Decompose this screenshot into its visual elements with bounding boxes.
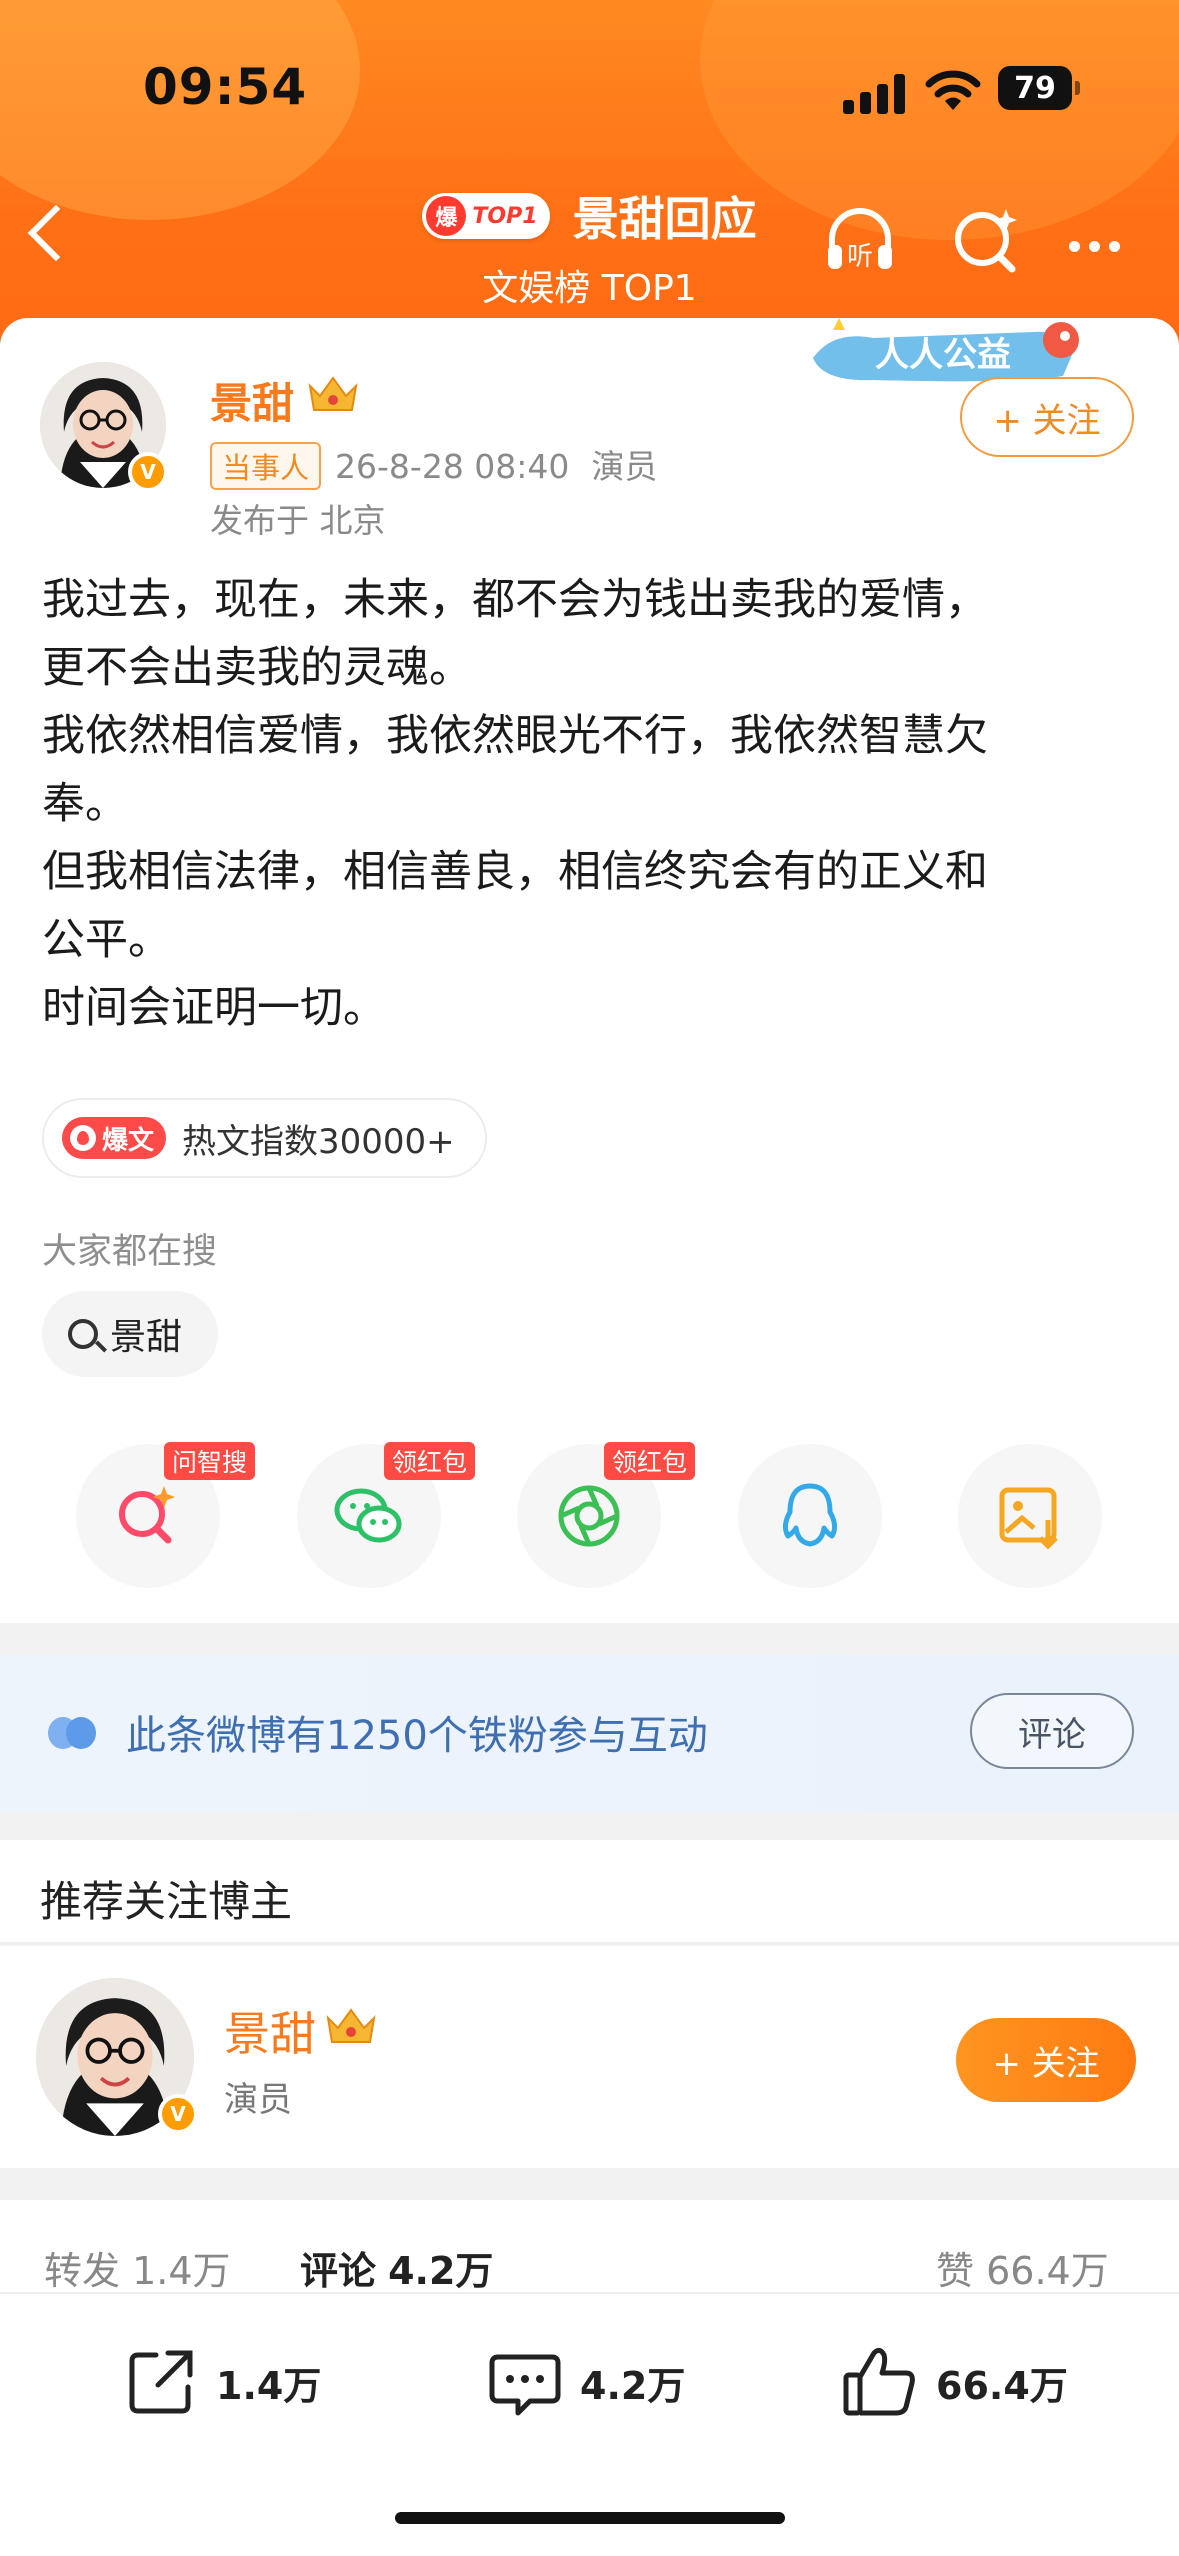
- fans-text: 此条微博有1250个铁粉参与互动: [126, 1713, 708, 1759]
- share-save-image-button[interactable]: [958, 1444, 1102, 1588]
- listen-icon-label: 听: [847, 242, 873, 272]
- listen-icon[interactable]: 听: [822, 203, 898, 279]
- stat-like-value: 66.4万: [986, 2249, 1109, 2293]
- post-body-line: 时间会证明一切。: [42, 983, 386, 1033]
- post-body: 我过去，现在，未来，都不会为钱出卖我的爱情， 更不会出卖我的灵魂。 我依然相信爱…: [42, 566, 1142, 1042]
- crown-icon: [326, 2008, 376, 2043]
- top1-badge: 爆 TOP1: [422, 193, 550, 239]
- stat-comment-value: 4.2万: [388, 2249, 494, 2293]
- comment-icon: [489, 2354, 561, 2416]
- verified-badge-icon: V: [128, 452, 168, 492]
- stats-row: 转发 1.4万 评论 4.2万 赞 66.4万: [0, 2200, 1179, 2300]
- status-bar: 09:54 79: [0, 50, 1179, 130]
- follow-button[interactable]: + 关注: [960, 377, 1134, 457]
- home-indicator[interactable]: [395, 2512, 785, 2524]
- status-time: 09:54: [143, 58, 308, 116]
- post-meta: 当事人 26-8-28 08:40 演员: [210, 440, 657, 490]
- share-tag: 领红包: [604, 1442, 696, 1480]
- like-count: 66.4万: [936, 2363, 1068, 2408]
- verified-badge-icon: V: [158, 2094, 198, 2134]
- post-body-line: 奉。: [42, 779, 128, 829]
- hot-badge-label: 爆文: [102, 1125, 155, 1156]
- post-location: 发布于 北京: [210, 501, 386, 540]
- post-timestamp: 26-8-28 08:40: [335, 447, 570, 486]
- search-chip[interactable]: 景甜: [42, 1291, 219, 1377]
- post-body-line: 但我相信法律，相信善良，相信终究会有的正义和: [42, 847, 988, 897]
- bottom-action-bar: 1.4万 4.2万 66.4万: [0, 2292, 1179, 2556]
- search-chip-label: 景甜: [110, 1317, 183, 1358]
- recommend-role: 演员: [224, 2080, 292, 2120]
- stat-repost-label: 转发: [44, 2249, 121, 2293]
- like-icon: [843, 2347, 915, 2416]
- like-button[interactable]: 66.4万: [840, 2332, 1068, 2432]
- qq-icon: [782, 1483, 838, 1547]
- fans-icon: [48, 1717, 96, 1749]
- moments-icon: [558, 1485, 620, 1547]
- stat-like-label: 赞: [936, 2249, 975, 2293]
- trending-search-label: 大家都在搜: [42, 1232, 218, 1272]
- search-chip-icon: [68, 1319, 98, 1349]
- crown-icon: [308, 376, 358, 411]
- post-body-line: 我过去，现在，未来，都不会为钱出卖我的爱情，: [42, 575, 988, 625]
- post-card: 人人公益 V 景甜 当事人 26-8-28 08:40 演员 发布于 北京 + 关注…: [0, 318, 1179, 1623]
- post-body-line: 我依然相信爱情，我依然眼光不行，我依然智慧欠: [42, 711, 988, 761]
- top1-badge-label: TOP1: [472, 203, 538, 229]
- ai-search-icon: [119, 1486, 175, 1544]
- share-tag: 问智搜: [164, 1442, 256, 1480]
- hot-badge: 爆文: [62, 1117, 167, 1159]
- hot-index-text: 热文指数30000+: [182, 1121, 455, 1162]
- charity-label: 人人公益: [875, 335, 1011, 375]
- recommend-row[interactable]: V 景甜 演员 + 关注: [0, 1946, 1179, 2168]
- author-name[interactable]: 景甜: [210, 370, 294, 431]
- share-qq-button[interactable]: [738, 1444, 882, 1588]
- stat-repost[interactable]: 转发 1.4万: [44, 2240, 231, 2295]
- recommend-follow-button[interactable]: + 关注: [956, 2018, 1136, 2102]
- repost-icon: [129, 2350, 193, 2414]
- search-icon[interactable]: [948, 203, 1024, 279]
- stat-repost-value: 1.4万: [132, 2249, 231, 2293]
- stat-comment[interactable]: 评论 4.2万: [300, 2240, 493, 2295]
- top1-badge-bao: 爆: [426, 196, 467, 236]
- wifi-icon: [925, 70, 981, 110]
- save-image-icon: [999, 1487, 1058, 1550]
- hot-index-pill[interactable]: 爆文 热文指数30000+: [42, 1098, 487, 1178]
- battery-icon: 79: [998, 66, 1080, 110]
- stat-like[interactable]: 赞 66.4万: [936, 2240, 1109, 2295]
- author-role: 演员: [591, 447, 658, 486]
- recommend-title: 推荐关注博主: [40, 1877, 293, 1926]
- repost-count: 1.4万: [216, 2363, 322, 2408]
- page-title: 景甜回应: [572, 192, 757, 246]
- stat-comment-label: 评论: [300, 2249, 377, 2293]
- recommend-header: 推荐关注博主: [0, 1840, 1179, 1944]
- recommend-name[interactable]: 景甜: [224, 1998, 316, 2064]
- nav-bar: 爆 TOP1 景甜回应 文娱榜 TOP1 听: [0, 175, 1179, 315]
- top-header: 09:54 79 爆 TOP1 景甜回应 文娱榜 TOP1 听: [0, 0, 1179, 360]
- fans-interaction-bar: 此条微博有1250个铁粉参与互动 评论: [0, 1655, 1179, 1812]
- signal-icon: [843, 74, 907, 114]
- role-tag: 当事人: [210, 442, 322, 490]
- more-icon[interactable]: [1069, 237, 1129, 256]
- repost-button[interactable]: 1.4万: [122, 2332, 321, 2432]
- flame-icon: [70, 1125, 96, 1151]
- fans-comment-button[interactable]: 评论: [970, 1693, 1134, 1769]
- share-tag: 领红包: [384, 1442, 476, 1480]
- comment-count: 4.2万: [580, 2363, 686, 2408]
- comment-button[interactable]: 4.2万: [486, 2332, 685, 2432]
- wechat-icon: [334, 1488, 402, 1543]
- post-body-line: 更不会出卖我的灵魂。: [42, 643, 472, 693]
- post-body-line: 公平。: [42, 915, 171, 965]
